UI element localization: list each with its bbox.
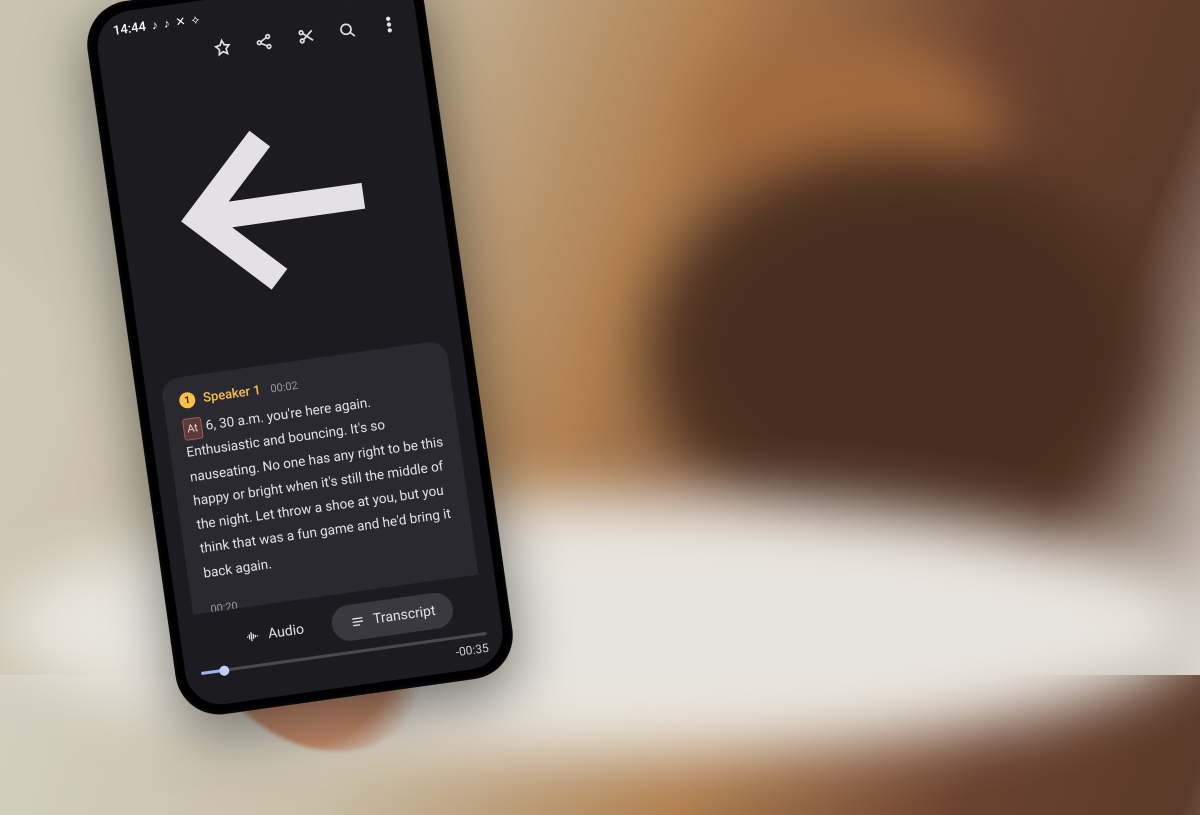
x-icon: ✕ — [175, 15, 187, 28]
scissors-icon[interactable] — [294, 25, 317, 48]
tab-transcript-label: Transcript — [372, 603, 436, 628]
transcript-lines-icon — [348, 613, 366, 631]
tab-audio-label: Audio — [267, 621, 305, 642]
battery-text: 90% — [369, 0, 395, 2]
battery-icon — [345, 0, 367, 6]
at-chip: At — [182, 417, 204, 441]
share-icon[interactable] — [253, 31, 276, 54]
tab-transcript[interactable]: Transcript — [329, 590, 456, 643]
notification-icon: ⟡ — [191, 13, 201, 26]
segment-1-text: 6, 30 a.m. you're here again. Enthusiast… — [186, 395, 452, 582]
overflow-menu-icon[interactable] — [378, 13, 401, 36]
waveform-icon — [243, 627, 261, 645]
speaker-name: Speaker 1 — [202, 383, 262, 406]
segment-timestamp-1: 00:02 — [270, 378, 299, 395]
time-remaining: -00:35 — [455, 641, 490, 659]
star-icon[interactable] — [211, 37, 234, 60]
tab-audio[interactable]: Audio — [224, 609, 324, 658]
transcript-segment-1[interactable]: At6, 30 a.m. you're here again. Enthusia… — [182, 382, 459, 586]
tiktok-icon-2: ♪ — [163, 17, 171, 30]
tiktok-icon: ♪ — [151, 19, 159, 32]
wifi-icon — [342, 0, 344, 6]
transcript-card: 1 Speaker 1 00:02 At6, 30 a.m. you're he… — [160, 340, 494, 617]
speaker-badge: 1 — [178, 391, 196, 409]
clock-text: 14:44 — [112, 19, 147, 38]
seek-handle[interactable] — [219, 665, 230, 676]
search-icon[interactable] — [336, 19, 359, 42]
